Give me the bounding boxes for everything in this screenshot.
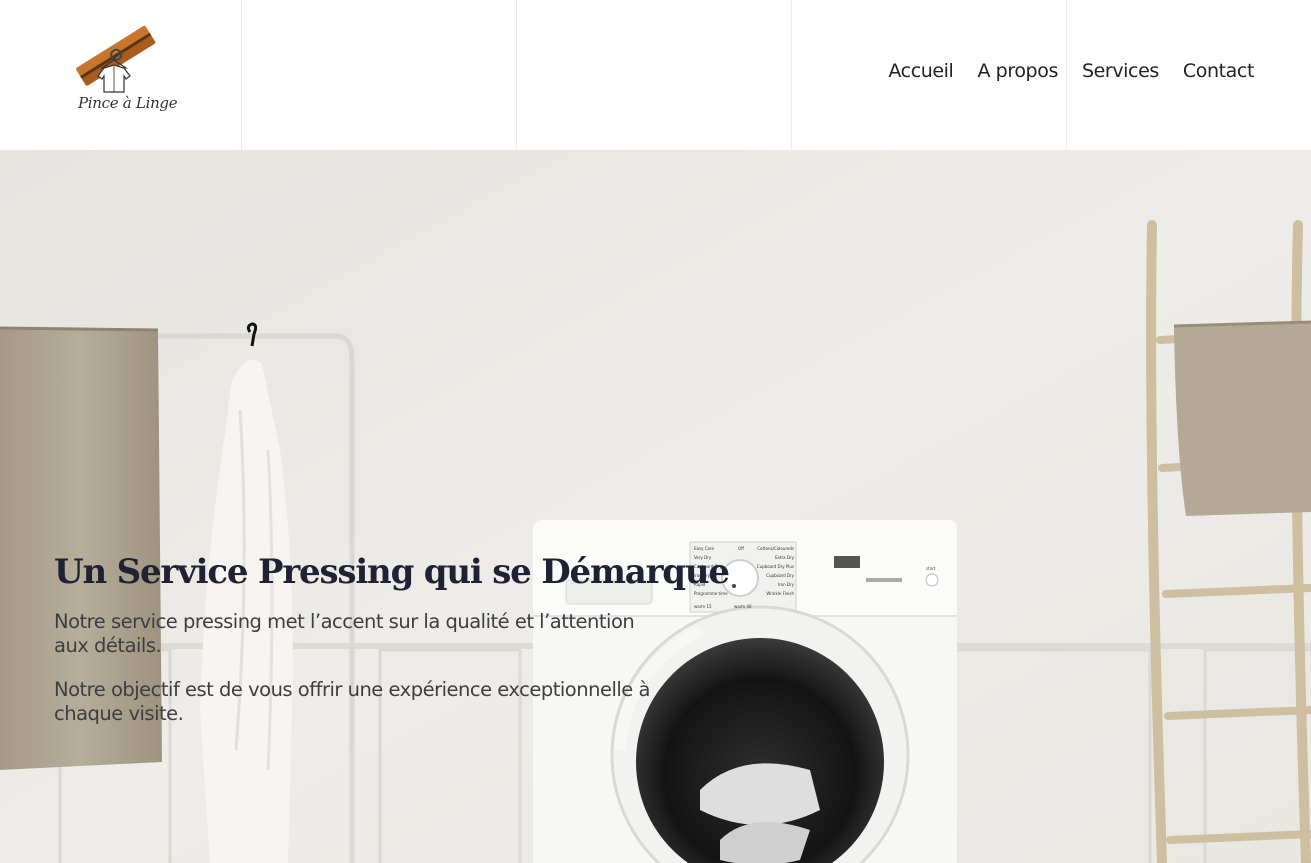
nav-item-accueil[interactable]: Accueil [888, 60, 953, 82]
hero-section: Easy Care Very Dry Cupboard Dry Iron Dry… [0, 150, 1311, 863]
panel-label: Cottons/Coloureds [757, 546, 794, 551]
hero-title: Un Service Pressing qui se Démarque [54, 552, 730, 592]
panel-label: Wrinkle Finish [766, 591, 794, 596]
panel-label: Cupboard Dry Plus [756, 564, 794, 569]
logo-text: Pince à Linge [78, 94, 178, 112]
panel-label: Cupboard Dry [766, 573, 794, 578]
panel-label: Extra Dry [775, 555, 794, 560]
panel-label: warm 40 [734, 604, 752, 609]
nav-item-contact[interactable]: Contact [1183, 60, 1255, 82]
main-nav: Accueil A propos Services Contact [888, 60, 1254, 82]
header-divider [791, 0, 792, 150]
panel-label: warm 15 [694, 604, 712, 609]
nav-item-a-propos[interactable]: A propos [977, 60, 1058, 82]
hero-paragraph: Notre service pressing met l’accent sur … [54, 610, 635, 657]
nav-item-services[interactable]: Services [1082, 60, 1159, 82]
header-divider [516, 0, 517, 150]
panel-label: Iron Dry [777, 582, 794, 587]
panel-label: Off [738, 546, 744, 551]
site-header: Pince à Linge Accueil A propos Services … [0, 0, 1311, 150]
laundry-room-photo [0, 150, 1311, 863]
panel-label: start [926, 566, 936, 571]
site-logo[interactable]: Pince à Linge [68, 20, 178, 124]
header-divider [241, 0, 242, 150]
hero-paragraph: Notre objectif est de vous offrir une ex… [54, 678, 650, 725]
